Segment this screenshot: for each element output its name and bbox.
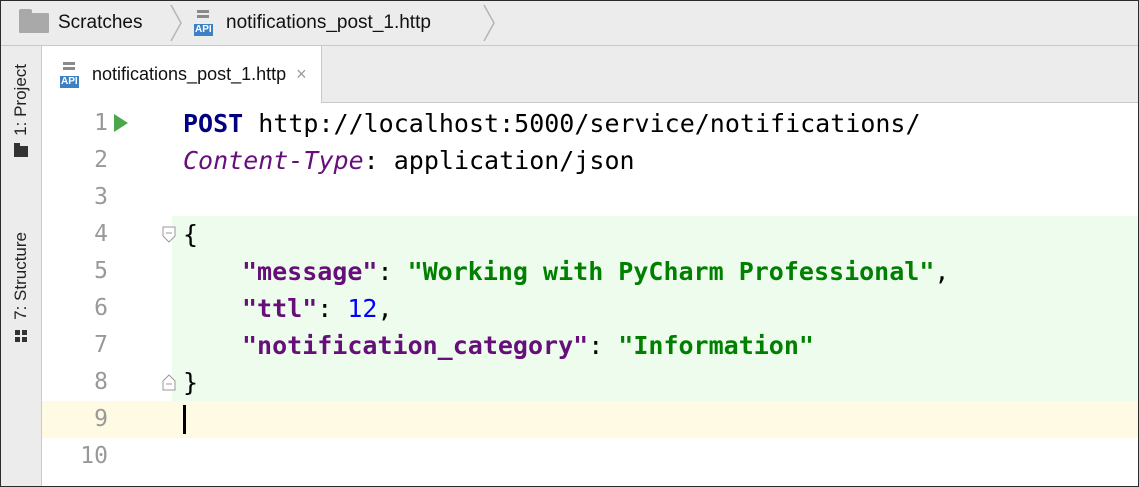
- line-number: 10: [80, 443, 108, 469]
- code-line-5: 5 "message": "Working with PyCharm Profe…: [42, 253, 1138, 290]
- line-number: 5: [94, 258, 108, 284]
- line-number: 7: [94, 332, 108, 358]
- fold-end-icon[interactable]: [162, 374, 176, 391]
- json-colon: :: [317, 294, 348, 323]
- breadcrumb-separator: [169, 3, 183, 43]
- structure-icon: [15, 329, 27, 342]
- code-line-2: 2 Content-Type: application/json: [42, 142, 1138, 179]
- json-comma: ,: [934, 257, 950, 286]
- run-request-icon[interactable]: [114, 114, 128, 132]
- http-method: POST: [183, 109, 244, 138]
- tool-window-strip: 1: Project 7: Structure: [1, 46, 42, 486]
- folder-icon: [19, 9, 49, 33]
- json-key: "message": [242, 257, 378, 286]
- folder-icon: [14, 142, 28, 157]
- json-key: "notification_category": [242, 331, 589, 360]
- json-number: 12: [347, 294, 378, 323]
- json-key: "ttl": [242, 294, 318, 323]
- json-open-brace: {: [183, 220, 199, 249]
- navigation-bar: Scratches API notifications_post_1.http: [1, 1, 1138, 46]
- code-line-4: 4 {: [42, 216, 1138, 253]
- header-separator: :: [363, 146, 394, 175]
- json-close-brace: }: [183, 368, 199, 397]
- header-line: Content-Type: application/json: [183, 142, 635, 179]
- current-line-highlight: [42, 401, 1138, 438]
- code-line-10: 10: [42, 438, 1138, 475]
- code-line-1: 1 POST http://localhost:5000/service/not…: [42, 105, 1138, 142]
- tab-notifications-post[interactable]: API notifications_post_1.http ×: [42, 46, 322, 103]
- json-colon: :: [588, 331, 619, 360]
- editor-tab-bar: API notifications_post_1.http ×: [42, 46, 1138, 103]
- ide-window: Scratches API notifications_post_1.http …: [0, 0, 1139, 487]
- tool-window-project-label: 1: Project: [11, 64, 30, 136]
- json-category-entry: "notification_category": "Information": [242, 327, 814, 364]
- code-line-6: 6 "ttl": 12,: [42, 290, 1138, 327]
- header-value: application/json: [393, 146, 635, 175]
- tab-label: notifications_post_1.http: [92, 64, 287, 84]
- text-caret: [183, 405, 186, 434]
- json-injection-highlight: [172, 216, 1138, 253]
- breadcrumb-scratches-label: Scratches: [58, 12, 143, 33]
- line-number: 6: [94, 295, 108, 321]
- code-line-3: 3: [42, 179, 1138, 216]
- code-line-9: 9: [42, 401, 1138, 438]
- http-file-icon: API: [60, 61, 84, 88]
- code-line-8: 8 }: [42, 364, 1138, 401]
- line-number: 2: [94, 147, 108, 173]
- line-number: 9: [94, 406, 108, 432]
- header-name: Content-Type: [183, 146, 364, 175]
- request-url: http://localhost:5000/service/notificati…: [243, 109, 921, 138]
- json-comma: ,: [377, 294, 393, 323]
- http-file-icon: API: [194, 10, 218, 36]
- close-icon[interactable]: ×: [296, 64, 307, 85]
- json-injection-highlight: [172, 364, 1138, 401]
- json-message-entry: "message": "Working with PyCharm Profess…: [242, 253, 949, 290]
- line-number: 1: [94, 110, 108, 136]
- line-number: 4: [94, 221, 108, 247]
- tool-window-structure[interactable]: 7: Structure: [1, 232, 41, 342]
- breadcrumb-file[interactable]: API notifications_post_1.http: [194, 1, 431, 45]
- line-number: 8: [94, 369, 108, 395]
- fold-collapse-icon[interactable]: [162, 226, 176, 243]
- json-ttl-entry: "ttl": 12,: [242, 290, 393, 327]
- json-colon: :: [377, 257, 408, 286]
- breadcrumb-file-label: notifications_post_1.http: [226, 12, 431, 33]
- code-line-7: 7 "notification_category": "Information": [42, 327, 1138, 364]
- line-number: 3: [94, 184, 108, 210]
- request-line: POST http://localhost:5000/service/notif…: [183, 105, 921, 142]
- breadcrumb-scratches[interactable]: Scratches: [19, 1, 142, 45]
- code-editor[interactable]: 1 POST http://localhost:5000/service/not…: [42, 103, 1138, 486]
- breadcrumb-separator: [482, 3, 496, 43]
- tool-window-structure-label: 7: Structure: [11, 232, 30, 320]
- json-string: "Information": [618, 331, 814, 360]
- tool-window-project[interactable]: 1: Project: [1, 64, 41, 157]
- json-string: "Working with PyCharm Professional": [407, 257, 935, 286]
